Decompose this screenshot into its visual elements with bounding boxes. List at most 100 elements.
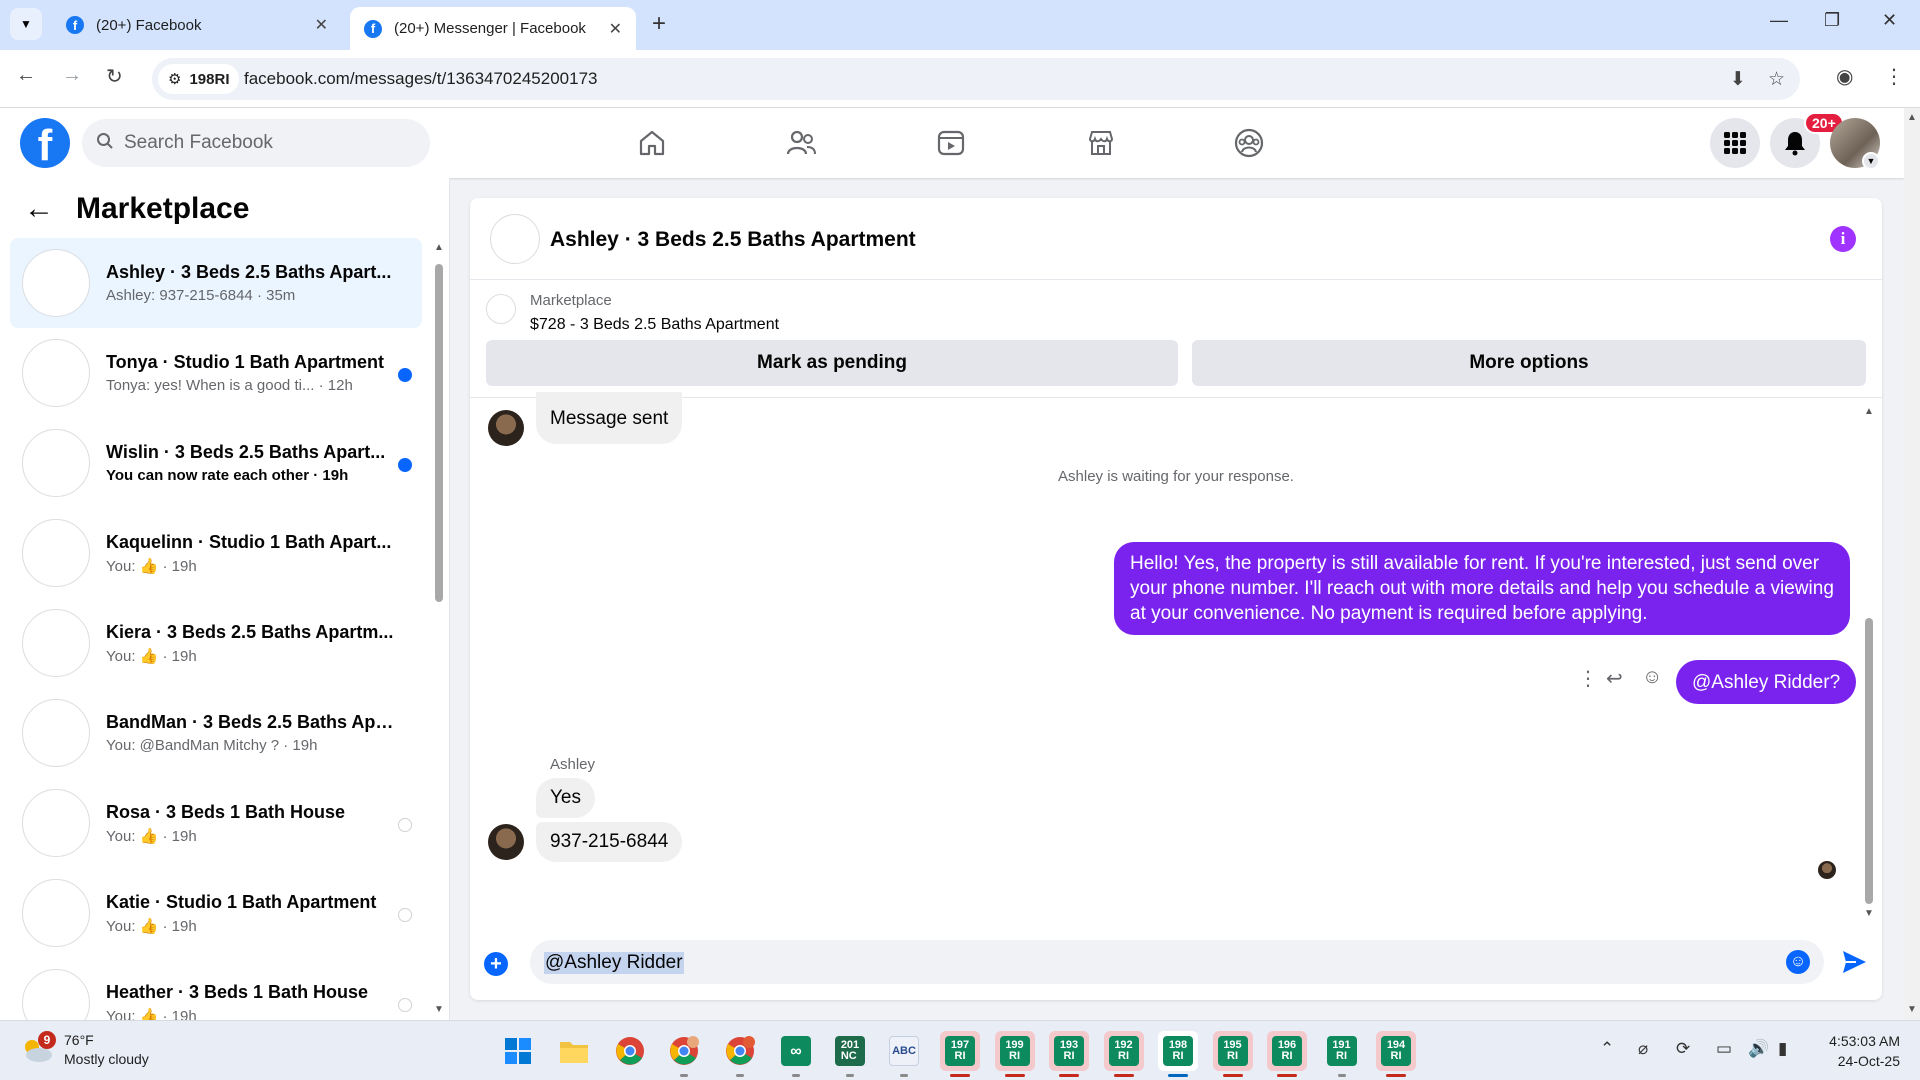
conversation-item[interactable]: BandMan · 3 Beds 2.5 Baths Apa... You: @B… (10, 688, 422, 778)
site-info-chip[interactable]: ⚙ 198RI (158, 64, 240, 94)
taskbar-site-app[interactable]: 198 RI (1158, 1031, 1198, 1077)
scroll-up-arrow-icon[interactable]: ▲ (1907, 112, 1917, 123)
reply-icon[interactable]: ↩ (1606, 666, 1623, 691)
close-icon[interactable]: ✕ (609, 19, 622, 39)
bookmark-star-icon[interactable]: ☆ (1768, 68, 1785, 91)
nav-groups[interactable] (1224, 120, 1274, 166)
more-options-button[interactable]: More options (1192, 340, 1866, 386)
send-icon[interactable] (1840, 948, 1868, 976)
taskbar-running-indicator (1277, 1074, 1297, 1077)
conversation-item[interactable]: Rosa · 3 Beds 1 Bath House You: 👍 · 19h (10, 778, 422, 868)
info-icon[interactable]: i (1830, 226, 1856, 252)
taskbar-site-app[interactable]: 195 RI (1212, 1031, 1253, 1077)
kebab-menu-icon[interactable]: ⋮ (1884, 64, 1904, 89)
minimize-icon[interactable]: — (1770, 10, 1788, 31)
conversation-item[interactable]: Ashley · 3 Beds 2.5 Baths Apart... Ashley… (10, 238, 422, 328)
mark-as-pending-button[interactable]: Mark as pending (486, 340, 1178, 386)
message-input[interactable]: @Ashley Ridder ☺ (530, 940, 1824, 984)
listing-category: Marketplace (530, 292, 612, 309)
taskbar-site-app[interactable]: 199 RI (994, 1031, 1035, 1077)
address-bar[interactable]: ⚙ 198RI facebook.com/messages/t/13634702… (152, 58, 1800, 100)
conversation-item[interactable]: Wislin · 3 Beds 2.5 Baths Apart... You ca… (10, 418, 422, 508)
sidebar-scrollbar[interactable]: ▲ ▼ (432, 238, 446, 1020)
chevron-down-icon[interactable]: ▼ (1862, 152, 1880, 170)
battery-icon[interactable]: ▮ (1778, 1039, 1787, 1059)
conversation-item[interactable]: Katie · Studio 1 Bath Apartment You: 👍 · … (10, 868, 422, 958)
taskbar-site-app[interactable]: 192 RI (1103, 1031, 1144, 1077)
start-button[interactable] (498, 1031, 538, 1071)
network-off-icon[interactable]: ⌀ (1638, 1039, 1648, 1059)
taskbar-site-app[interactable]: 193 RI (1049, 1031, 1089, 1077)
taskbar-app-proxy[interactable]: ABC (884, 1031, 924, 1077)
listing-title[interactable]: $728 - 3 Beds 2.5 Baths Apartment (530, 316, 779, 334)
display-icon[interactable]: ▭ (1716, 1039, 1732, 1059)
conversation-item[interactable]: Kaquelinn · Studio 1 Bath Apart... You: 👍… (10, 508, 422, 598)
page-scrollbar[interactable]: ▲ ▼ (1904, 108, 1920, 1020)
weather-widget[interactable]: 9 76°F Mostly cloudy (20, 1031, 149, 1069)
sync-icon[interactable]: ⟳ (1676, 1039, 1690, 1059)
facebook-search-box[interactable] (82, 119, 430, 167)
taskbar-site-app[interactable]: 197 RI (940, 1031, 980, 1077)
profile-icon[interactable]: ◉ (1836, 64, 1853, 89)
window-close-icon[interactable]: ✕ (1882, 10, 1897, 31)
menu-button[interactable] (1710, 118, 1760, 168)
scrollbar-thumb[interactable] (1865, 618, 1873, 904)
taskbar-site-app[interactable]: 196 RI (1267, 1031, 1307, 1077)
nav-friends[interactable] (776, 120, 826, 166)
taskbar-chrome-profile-2[interactable] (720, 1031, 760, 1077)
search-input[interactable] (124, 132, 404, 154)
taskbar-file-explorer[interactable] (554, 1031, 594, 1071)
taskbar-chrome-profile-1[interactable] (664, 1031, 704, 1077)
taskbar-app-green-1[interactable]: ∞ (776, 1031, 816, 1077)
sender-avatar[interactable] (488, 410, 524, 446)
taskbar-site-app[interactable]: 194 RI (1376, 1031, 1416, 1077)
scroll-up-arrow-icon[interactable]: ▲ (1864, 406, 1874, 417)
close-icon[interactable]: ✕ (315, 15, 328, 35)
scroll-down-arrow-icon[interactable]: ▼ (1864, 908, 1874, 919)
chat-title[interactable]: Ashley · 3 Beds 2.5 Baths Apartment (550, 228, 916, 252)
browser-tab-facebook[interactable]: f (20+) Facebook ✕ (52, 7, 342, 43)
browser-tab-messenger[interactable]: f (20+) Messenger | Facebook ✕ (350, 7, 636, 50)
new-tab-plus-icon[interactable]: + (652, 10, 666, 38)
message-bubble-incoming[interactable]: Yes (536, 778, 595, 818)
tab-search-button[interactable]: ▼ (10, 8, 42, 40)
scrollbar-thumb[interactable] (435, 264, 443, 602)
back-arrow-icon[interactable]: ← (24, 192, 54, 226)
reload-icon[interactable]: ↻ (106, 64, 123, 89)
react-smiley-icon[interactable]: ☺ (1642, 666, 1662, 689)
nav-video[interactable] (926, 120, 976, 166)
conversation-item[interactable]: Tonya · Studio 1 Bath Apartment Tonya: ye… (10, 328, 422, 418)
emoji-icon[interactable]: ☺ (1786, 950, 1810, 974)
url-text[interactable]: facebook.com/messages/t/1363470245200173 (244, 69, 597, 89)
chat-scrollbar[interactable]: ▲ ▼ (1862, 406, 1876, 919)
scroll-down-arrow-icon[interactable]: ▼ (1907, 1004, 1917, 1015)
add-attachment-plus-icon[interactable]: + (484, 952, 508, 976)
message-bubble-outgoing[interactable]: Hello! Yes, the property is still availa… (1114, 542, 1850, 635)
green-app-icon: 201 NC (835, 1036, 865, 1066)
scroll-down-arrow-icon[interactable]: ▼ (434, 1004, 444, 1015)
taskbar-chrome[interactable] (610, 1031, 650, 1071)
chat-avatar[interactable] (490, 214, 540, 264)
forward-arrow-icon[interactable]: → (62, 64, 82, 87)
chevron-up-icon[interactable]: ⌃ (1600, 1039, 1614, 1059)
restore-icon[interactable]: ❐ (1824, 10, 1840, 31)
message-bubble-incoming[interactable]: 937-215-6844 (536, 822, 683, 862)
speaker-icon[interactable]: 🔊 (1748, 1039, 1769, 1059)
sender-avatar[interactable] (488, 824, 524, 860)
more-actions-icon[interactable]: ⋮ (1578, 666, 1598, 691)
back-arrow-icon[interactable]: ← (16, 64, 36, 87)
conversation-item[interactable]: Heather · 3 Beds 1 Bath House You: 👍 · 19… (10, 958, 422, 1020)
listing-thumbnail[interactable] (486, 294, 516, 324)
conversation-item[interactable]: Kiera · 3 Beds 2.5 Baths Apartm... You: 👍… (10, 598, 422, 688)
taskbar-clock[interactable]: 4:53:03 AM 24-Oct-25 (1816, 1031, 1900, 1071)
message-bubble-incoming[interactable]: Message sent (536, 392, 683, 444)
message-bubble-outgoing[interactable]: @Ashley Ridder? (1676, 660, 1857, 704)
nav-home[interactable] (627, 120, 677, 166)
taskbar-app-201nc[interactable]: 201 NC (830, 1031, 870, 1077)
nav-marketplace[interactable] (1076, 120, 1126, 166)
scroll-up-arrow-icon[interactable]: ▲ (434, 242, 444, 253)
facebook-logo[interactable]: f (20, 118, 70, 168)
message-input-value[interactable]: @Ashley Ridder (544, 952, 684, 974)
install-app-icon[interactable]: ⬇ (1730, 68, 1746, 91)
taskbar-site-app[interactable]: 191 RI (1322, 1031, 1362, 1077)
